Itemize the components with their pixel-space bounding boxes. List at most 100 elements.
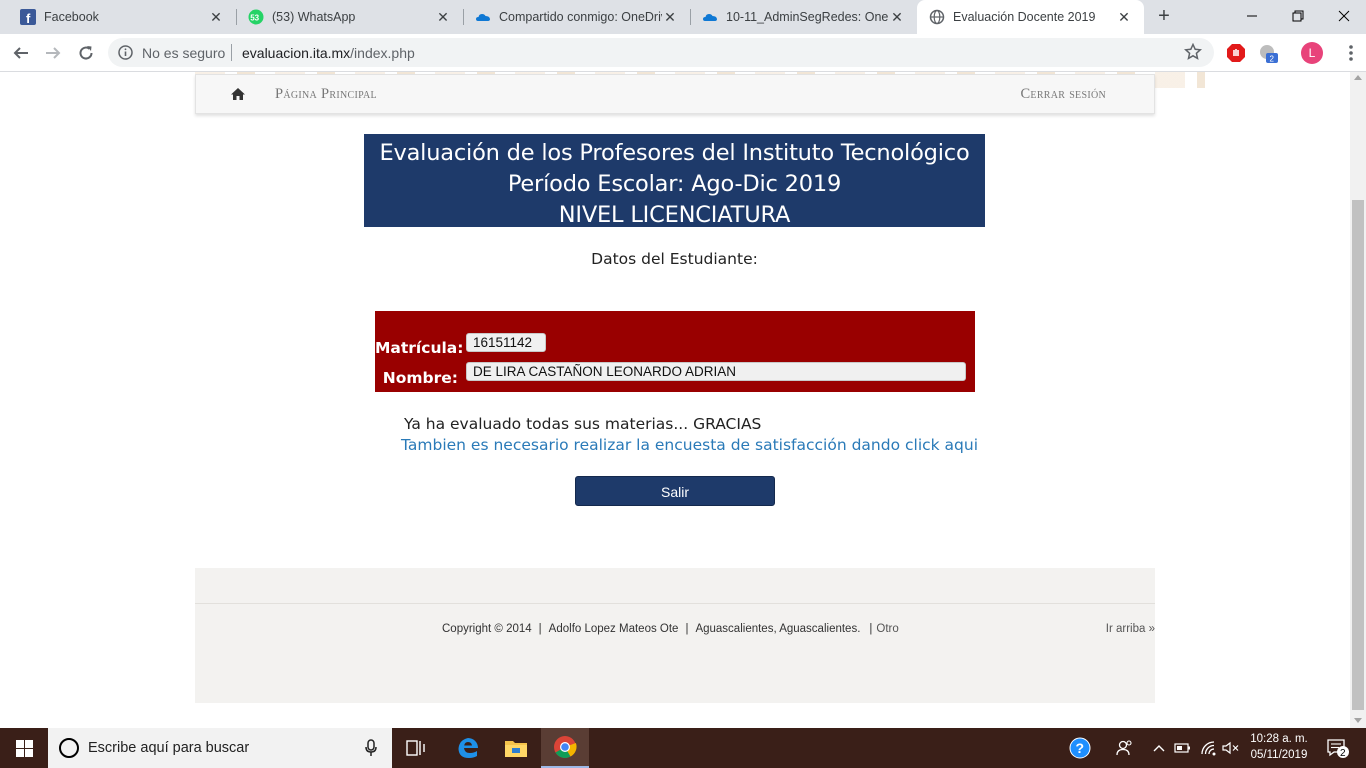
tab-title: Compartido conmigo: OneDriv — [499, 10, 662, 24]
tab-title: 10-11_AdminSegRedes: OneDr — [726, 10, 889, 24]
more-vertical-icon — [1349, 45, 1353, 61]
page-title-banner: Evaluación de los Profesores del Institu… — [364, 134, 985, 228]
nav-logout-link[interactable]: Cerrar sesión — [1020, 86, 1106, 103]
info-icon[interactable] — [118, 45, 133, 60]
onedrive-icon — [702, 9, 718, 25]
chevron-up-icon — [1153, 745, 1165, 752]
matricula-label: Matrícula: — [375, 339, 464, 357]
search-placeholder: Escribe aquí para buscar — [88, 740, 250, 756]
nombre-field[interactable]: DE LIRA CASTAÑON LEONARDO ADRIAN — [466, 362, 966, 381]
show-hidden-icons-button[interactable] — [1150, 728, 1168, 768]
task-view-button[interactable] — [392, 728, 440, 768]
battery-icon — [1174, 743, 1190, 753]
url-text[interactable]: evaluacion.ita.mx/index.php — [242, 45, 415, 61]
back-to-top-link[interactable]: Ir arriba » — [1106, 623, 1155, 635]
taskbar-search-box[interactable]: Escribe aquí para buscar — [48, 728, 392, 768]
close-tab-icon[interactable]: ✕ — [1116, 9, 1132, 25]
start-button[interactable] — [0, 728, 48, 768]
url-path: /index.php — [350, 45, 415, 61]
onedrive-icon — [475, 9, 491, 25]
folder-icon — [505, 741, 527, 757]
wifi-tray-button[interactable] — [1198, 728, 1220, 768]
address-bar[interactable]: No es seguro evaluacion.ita.mx/index.php — [108, 38, 1214, 67]
help-tray-button[interactable]: ? — [1064, 728, 1096, 768]
url-host: evaluacion.ita.mx — [242, 45, 351, 61]
whatsapp-icon: 53 — [248, 9, 264, 25]
back-button[interactable] — [9, 41, 33, 65]
tab-onedrive-adminsegredes[interactable]: 10-11_AdminSegRedes: OneDr ✕ — [690, 0, 917, 34]
tab-facebook[interactable]: f Facebook ✕ — [0, 0, 236, 34]
wifi-icon — [1201, 741, 1216, 756]
security-label[interactable]: No es seguro — [142, 45, 225, 61]
adblock-extension-icon[interactable] — [1225, 42, 1247, 64]
browser-tab-strip: f Facebook ✕ 53 (53) WhatsApp ✕ Comparti… — [0, 0, 1366, 34]
tab-title: Facebook — [44, 10, 99, 24]
volume-muted-icon — [1222, 741, 1239, 755]
volume-tray-button[interactable] — [1220, 728, 1242, 768]
close-tab-icon[interactable]: ✕ — [662, 9, 678, 25]
banner-period: Período Escolar: Ago-Dic 2019 — [507, 171, 842, 197]
reload-icon — [79, 46, 93, 60]
taskbar-edge[interactable] — [444, 728, 492, 768]
tab-whatsapp[interactable]: 53 (53) WhatsApp ✕ — [236, 0, 463, 34]
scroll-down-arrow-icon[interactable] — [1354, 718, 1362, 723]
extension-badge-count: 2 — [1270, 55, 1275, 64]
close-icon — [1338, 10, 1350, 22]
microphone-icon[interactable] — [364, 739, 378, 757]
footer-other-link[interactable]: Otro — [876, 623, 898, 635]
footer-divider — [195, 603, 1155, 604]
svg-text:f: f — [26, 11, 31, 25]
close-tab-icon[interactable]: ✕ — [889, 9, 905, 25]
new-tab-button[interactable]: + — [1152, 5, 1176, 29]
restore-icon — [1292, 10, 1304, 22]
nombre-label: Nombre: — [382, 369, 458, 387]
nav-home-link[interactable]: Página Principal — [275, 86, 377, 103]
survey-link[interactable]: Tambien es necesario realizar la encuest… — [401, 436, 978, 454]
svg-text:?: ? — [1076, 740, 1085, 756]
clock-time: 10:28 a. m. — [1250, 733, 1308, 745]
people-icon — [1116, 740, 1132, 756]
reload-button[interactable] — [74, 41, 98, 65]
forward-button[interactable] — [41, 41, 65, 65]
tab-evaluacion-docente[interactable]: Evaluación Docente 2019 ✕ — [917, 0, 1144, 34]
home-icon[interactable] — [230, 86, 246, 102]
taskbar-file-explorer[interactable] — [492, 728, 540, 768]
menu-button[interactable] — [1343, 42, 1359, 64]
globe-icon — [929, 9, 945, 25]
tab-onedrive-shared[interactable]: Compartido conmigo: OneDriv ✕ — [463, 0, 690, 34]
address-text: Adolfo Lopez Mateos Ote — [548, 623, 679, 635]
completion-message: Ya ha evaluado todas sus materias... GRA… — [404, 415, 762, 433]
taskbar-clock[interactable]: 10:28 a. m. 05/11/2019 — [1244, 731, 1314, 763]
exit-button[interactable]: Salir — [575, 476, 775, 506]
city-text: Aguascalientes, Aguascalientes. — [695, 623, 861, 635]
profile-avatar[interactable]: L — [1301, 42, 1323, 64]
extension-badge-icon[interactable]: 2 — [1257, 42, 1279, 64]
banner-level: NIVEL LICENCIATURA — [558, 202, 791, 228]
close-tab-icon[interactable]: ✕ — [208, 9, 224, 25]
battery-tray-button[interactable] — [1172, 728, 1194, 768]
minimize-button[interactable] — [1229, 0, 1275, 32]
page-scrollbar[interactable] — [1350, 72, 1366, 728]
chrome-icon — [554, 736, 577, 758]
arrow-left-icon — [13, 47, 28, 59]
scrollbar-thumb[interactable] — [1352, 200, 1364, 710]
banner-title: Evaluación de los Profesores del Institu… — [379, 140, 970, 166]
close-window-button[interactable] — [1321, 0, 1366, 32]
matricula-field[interactable]: 16151142 — [466, 333, 546, 352]
restore-button[interactable] — [1275, 0, 1321, 32]
people-tray-button[interactable] — [1110, 728, 1138, 768]
close-tab-icon[interactable]: ✕ — [435, 9, 451, 25]
page-content: Página Principal Cerrar sesión Evaluació… — [0, 72, 1350, 728]
action-center-button[interactable]: 2 — [1320, 728, 1356, 768]
tab-title: Evaluación Docente 2019 — [953, 10, 1096, 24]
notification-count: 2 — [1340, 748, 1346, 759]
taskbar-chrome[interactable] — [541, 728, 589, 768]
scroll-up-arrow-icon[interactable] — [1354, 75, 1362, 80]
facebook-icon: f — [20, 9, 36, 25]
browser-toolbar: No es seguro evaluacion.ita.mx/index.php… — [0, 34, 1366, 72]
footer-info: Copyright © 2014 | Adolfo Lopez Mateos Ote… — [442, 623, 899, 635]
minimize-icon — [1247, 15, 1257, 17]
help-icon: ? — [1069, 737, 1091, 759]
bookmark-star-icon[interactable] — [1184, 43, 1202, 61]
task-view-icon — [406, 740, 425, 756]
